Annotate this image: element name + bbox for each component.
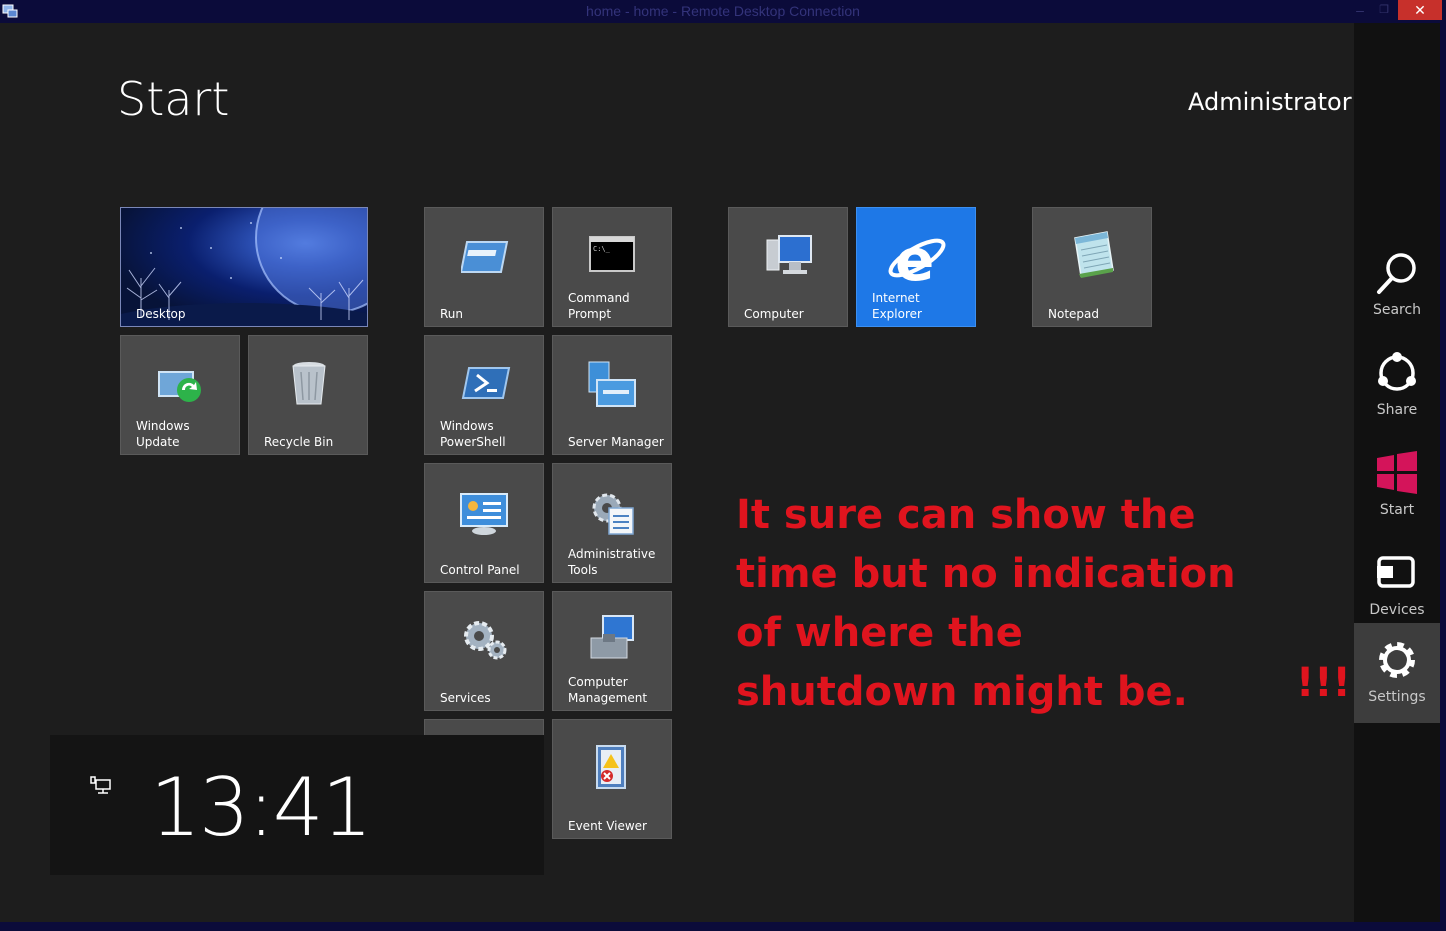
close-button[interactable]: ✕: [1398, 0, 1442, 20]
charm-search[interactable]: Search: [1354, 236, 1440, 336]
tile-label: Computer: [744, 307, 804, 321]
administrative-tools-icon: [592, 493, 634, 535]
tile-label: Server Manager: [568, 435, 664, 449]
annotation-exclaim: !!!: [1296, 660, 1351, 706]
tile-label: Run: [440, 307, 464, 321]
tile-label: Computer Management: [568, 675, 648, 705]
charm-start[interactable]: Start: [1354, 436, 1440, 536]
tile-label: Control Panel: [440, 563, 520, 577]
gear-icon: [1379, 642, 1415, 678]
tile-event-viewer[interactable]: Event Viewer: [552, 719, 672, 839]
tile-desktop[interactable]: Desktop: [120, 207, 368, 327]
tile-label: Services: [440, 691, 491, 705]
tile-label: Windows PowerShell: [440, 419, 506, 449]
event-viewer-icon: [596, 745, 626, 789]
maximize-button[interactable]: ❐: [1370, 0, 1398, 22]
tile-computer[interactable]: Computer: [728, 207, 848, 327]
charm-label: Settings: [1368, 689, 1426, 705]
tile-services[interactable]: Services: [424, 591, 544, 711]
tile-windows-update[interactable]: Windows Update: [120, 335, 240, 455]
tile-label: Notepad: [1048, 307, 1099, 321]
recycle-bin-icon: [292, 362, 326, 405]
tile-label: Command Prompt: [568, 291, 630, 321]
command-prompt-icon: C:\_: [589, 236, 635, 272]
user-account[interactable]: Administrator: [1188, 88, 1352, 116]
window-border-bottom: [0, 922, 1446, 931]
charm-devices[interactable]: Devices: [1354, 536, 1440, 636]
lock-clock-overlay: 13:41: [50, 735, 544, 875]
charm-label: Share: [1376, 402, 1418, 418]
charm-label: Search: [1372, 302, 1422, 318]
clock-time: 13:41: [150, 761, 373, 854]
tile-control-panel[interactable]: Control Panel: [424, 463, 544, 583]
window-border-right: [1440, 23, 1446, 922]
tile-label: Desktop: [136, 307, 186, 321]
tile-label: Event Viewer: [568, 819, 647, 833]
window-titlebar: home - home - Remote Desktop Connection …: [0, 0, 1446, 23]
tile-label: Administrative Tools: [568, 547, 656, 577]
powershell-icon: [461, 367, 511, 399]
tile-run[interactable]: Run: [424, 207, 544, 327]
windows-update-icon: [158, 371, 201, 402]
tile-command-prompt[interactable]: C:\_ Command Prompt: [552, 207, 672, 327]
tile-label: Recycle Bin: [264, 435, 334, 449]
control-panel-icon: [460, 493, 508, 535]
tile-label: Internet Explorer: [872, 291, 922, 321]
share-icon: [1378, 352, 1416, 391]
page-title: Start: [117, 72, 230, 126]
charm-label: Devices: [1369, 602, 1425, 618]
charm-settings[interactable]: Settings: [1354, 623, 1440, 723]
computer-management-icon: [590, 615, 634, 659]
tile-recycle-bin[interactable]: Recycle Bin: [248, 335, 368, 455]
tile-server-manager[interactable]: Server Manager: [552, 335, 672, 455]
annotation-text: It sure can show the time but no indicat…: [736, 492, 1236, 715]
tile-label: Windows Update: [136, 419, 190, 449]
window-title: home - home - Remote Desktop Connection: [586, 3, 860, 19]
run-icon: [461, 241, 509, 273]
internet-explorer-icon: e: [888, 226, 946, 290]
charms-bar: Search Share Start Devices Settings: [1354, 23, 1440, 922]
tile-notepad[interactable]: Notepad: [1032, 207, 1152, 327]
computer-icon: [766, 235, 812, 274]
tile-administrative-tools[interactable]: Administrative Tools: [552, 463, 672, 583]
svg-text:C:\_: C:\_: [593, 245, 611, 253]
tile-computer-management[interactable]: Computer Management: [552, 591, 672, 711]
notepad-icon: [1074, 231, 1114, 278]
tile-windows-powershell[interactable]: Windows PowerShell: [424, 335, 544, 455]
network-icon: [90, 776, 111, 794]
charm-share[interactable]: Share: [1354, 336, 1440, 436]
server-manager-icon: [588, 361, 636, 407]
charm-label: Start: [1379, 502, 1415, 518]
search-icon: [1377, 253, 1416, 294]
tile-internet-explorer[interactable]: e Internet Explorer: [856, 207, 976, 327]
services-icon: [464, 621, 507, 660]
svg-text:e: e: [895, 226, 934, 290]
windows-logo-icon: [1377, 451, 1417, 494]
devices-icon: [1377, 556, 1415, 588]
